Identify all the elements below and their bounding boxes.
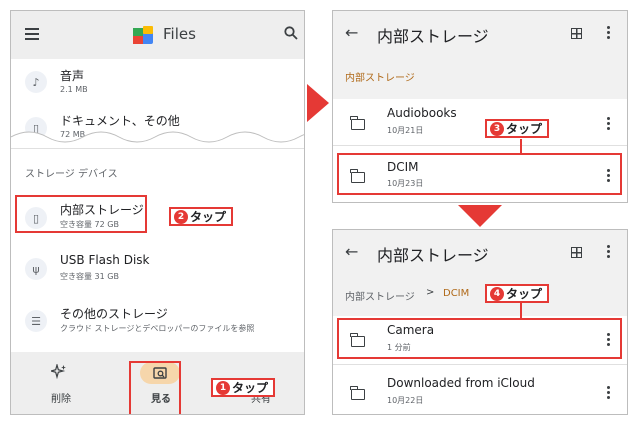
storage-detail: クラウド ストレージとデベロッパーのファイルを参照	[60, 324, 255, 333]
more-vert-icon[interactable]	[607, 26, 610, 41]
screen-title: 内部ストレージ	[377, 27, 489, 46]
back-arrow-icon[interactable]: ←	[345, 242, 358, 261]
breadcrumb-current[interactable]: DCIM	[443, 288, 469, 299]
more-vert-icon[interactable]	[607, 117, 610, 132]
list-icon: ☰	[25, 310, 47, 332]
step-4-callout: 4 タップ	[485, 284, 550, 303]
storage-name[interactable]: USB Flash Disk	[60, 253, 149, 267]
menu-icon[interactable]	[25, 28, 39, 40]
dcim-folder-screen: ← 内部ストレージ 内部ストレージ > DCIM Camera 1 分前 Dow…	[332, 229, 628, 415]
more-vert-icon[interactable]	[607, 386, 610, 401]
breadcrumb-root[interactable]: 内部ストレージ	[345, 288, 415, 303]
highlight-internal-storage	[15, 195, 147, 233]
step-2-callout: 2 タップ	[169, 207, 234, 226]
folder-date: 10月22日	[387, 396, 424, 405]
more-vert-icon[interactable]	[607, 245, 610, 260]
internal-storage-screen: ← 内部ストレージ 内部ストレージ Audiobooks 10月21日 DCIM…	[332, 10, 628, 203]
storage-detail: 空き容量 31 GB	[60, 272, 119, 281]
step-3-callout: 3 タップ	[485, 119, 550, 138]
arrow-down-icon	[458, 205, 502, 227]
folder-icon	[350, 116, 365, 130]
file-category-name[interactable]: 音声	[60, 67, 84, 84]
file-category-size: 2.1 MB	[60, 85, 88, 94]
highlight-browse-tab	[129, 361, 181, 414]
search-icon[interactable]	[284, 26, 298, 40]
folder-date: 10月21日	[387, 126, 424, 135]
step-1-callout: 1 タップ	[211, 378, 276, 397]
arrow-right-icon	[307, 84, 329, 122]
breadcrumb[interactable]: 内部ストレージ	[345, 69, 415, 84]
files-home-screen: Files ♪ 音声 2.1 MB ▯ ドキュメント、その他 72 MB ストレ…	[10, 10, 305, 415]
back-arrow-icon[interactable]: ←	[345, 23, 358, 42]
header: ← 内部ストレージ 内部ストレージ > DCIM	[333, 230, 627, 316]
cut-divider	[11, 131, 304, 149]
breadcrumb-separator: >	[426, 287, 435, 298]
sparkle-icon	[51, 364, 66, 380]
files-logo-icon	[133, 26, 153, 44]
app-bar: Files	[11, 11, 304, 59]
grid-view-icon[interactable]	[571, 247, 582, 258]
nav-clean-label[interactable]: 削除	[51, 390, 71, 405]
highlight-camera	[337, 318, 622, 359]
music-note-icon: ♪	[25, 71, 47, 93]
folder-name[interactable]: Downloaded from iCloud	[387, 376, 535, 390]
usb-icon: ψ	[25, 258, 47, 280]
header: ← 内部ストレージ 内部ストレージ	[333, 11, 627, 99]
section-storage-devices: ストレージ デバイス	[25, 169, 118, 180]
folder-name[interactable]: Audiobooks	[387, 106, 457, 120]
app-title: Files	[163, 25, 196, 43]
folder-icon	[350, 386, 365, 400]
storage-name[interactable]: その他のストレージ	[60, 305, 168, 322]
highlight-dcim	[337, 153, 622, 195]
grid-view-icon[interactable]	[571, 28, 582, 39]
screen-title: 内部ストレージ	[377, 246, 489, 265]
